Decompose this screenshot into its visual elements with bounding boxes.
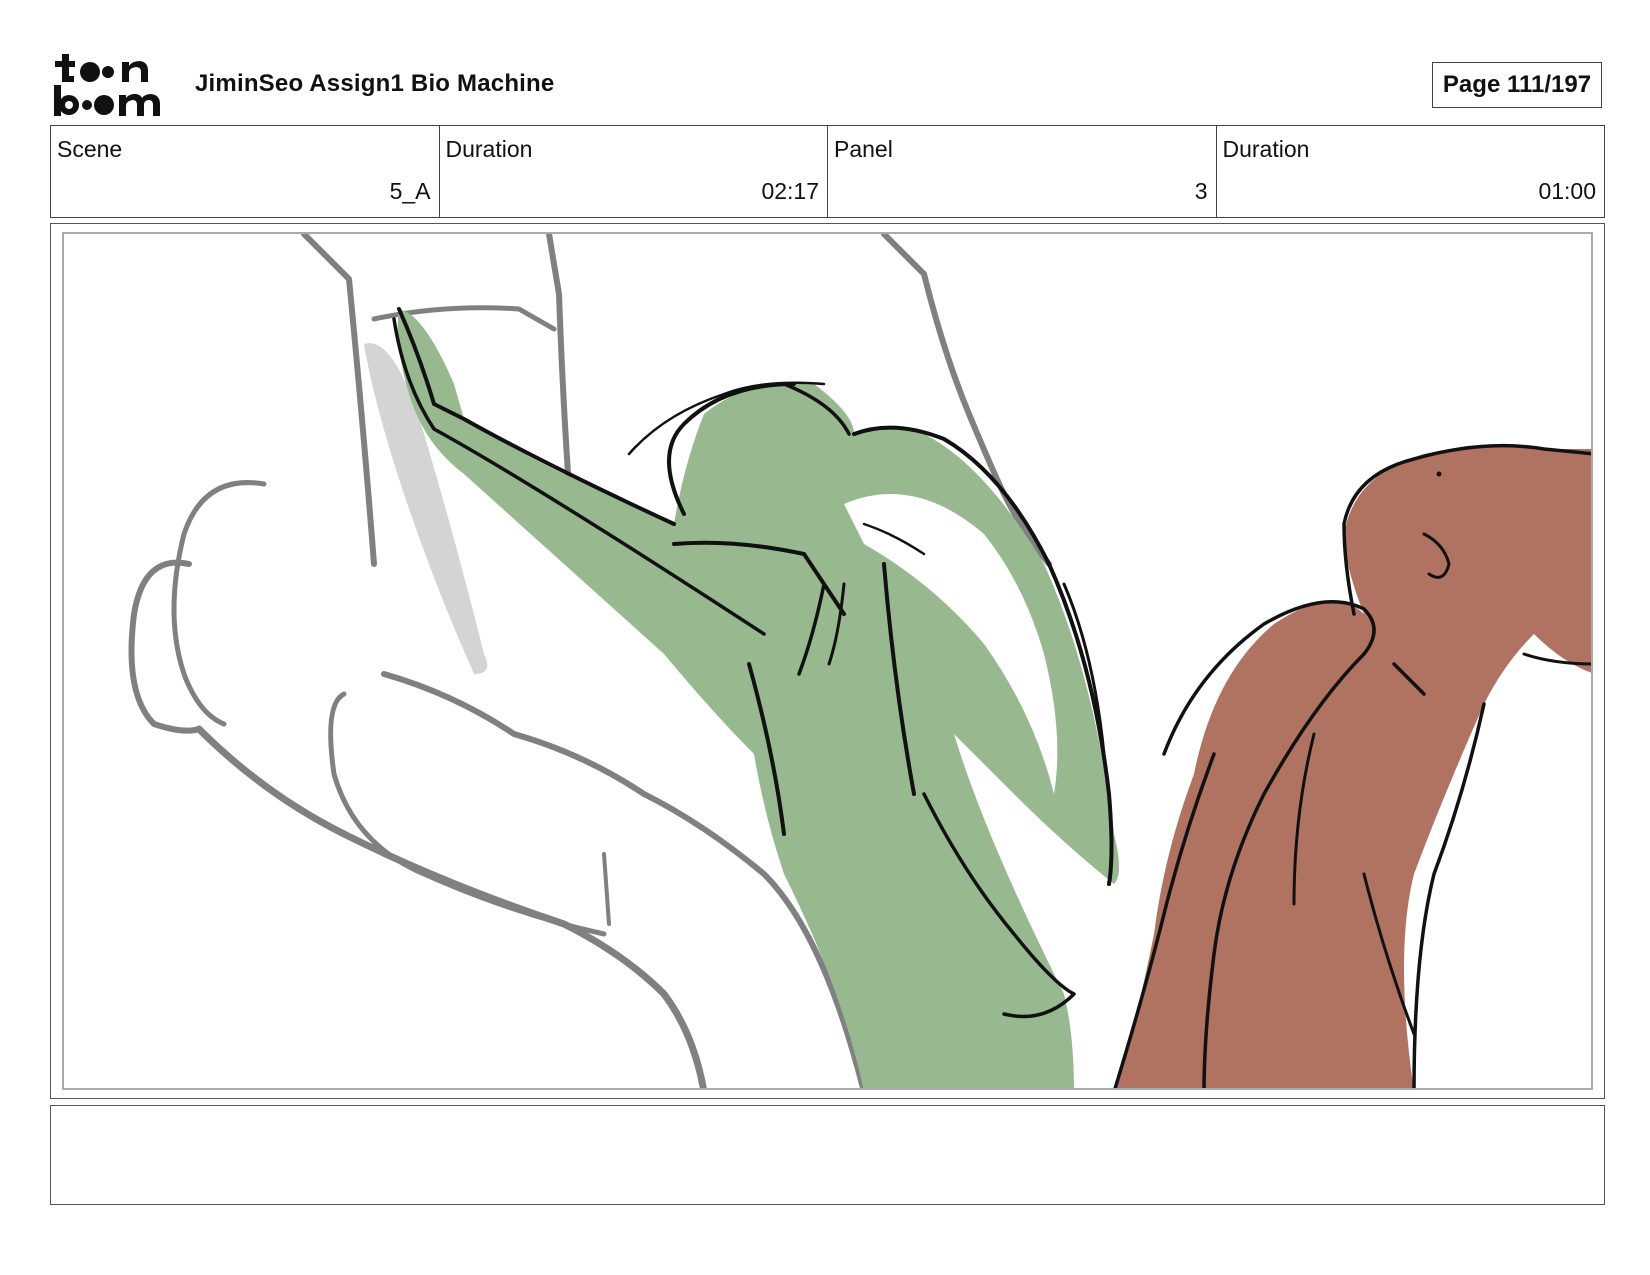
scene-value: 5_A [389, 178, 431, 204]
toonboom-logo [52, 52, 170, 118]
scene-duration-label: Duration [445, 136, 533, 162]
panel-label: Panel [834, 136, 893, 162]
scene-duration-cell: Duration 02:17 [440, 126, 828, 217]
panel-duration-value: 01:00 [1538, 178, 1596, 204]
scene-cell: Scene 5_A [51, 126, 440, 217]
project-title: JiminSeo Assign1 Bio Machine [195, 70, 555, 97]
panel-value: 3 [1194, 178, 1208, 204]
panel-duration-label: Duration [1222, 136, 1310, 162]
scene-info-table: Scene 5_A Duration 02:17 Panel 3 Duratio… [50, 125, 1605, 218]
page-indicator: Page 111/197 [1432, 62, 1602, 108]
storyboard-panel-drawing [62, 232, 1593, 1090]
panel-notes-box [50, 1105, 1605, 1205]
panel-duration-cell: Duration 01:00 [1217, 126, 1605, 217]
panel-sketch [128, 234, 1591, 1088]
scene-label: Scene [57, 136, 123, 162]
panel-cell: Panel 3 [828, 126, 1217, 217]
scene-duration-value: 02:17 [761, 178, 819, 204]
